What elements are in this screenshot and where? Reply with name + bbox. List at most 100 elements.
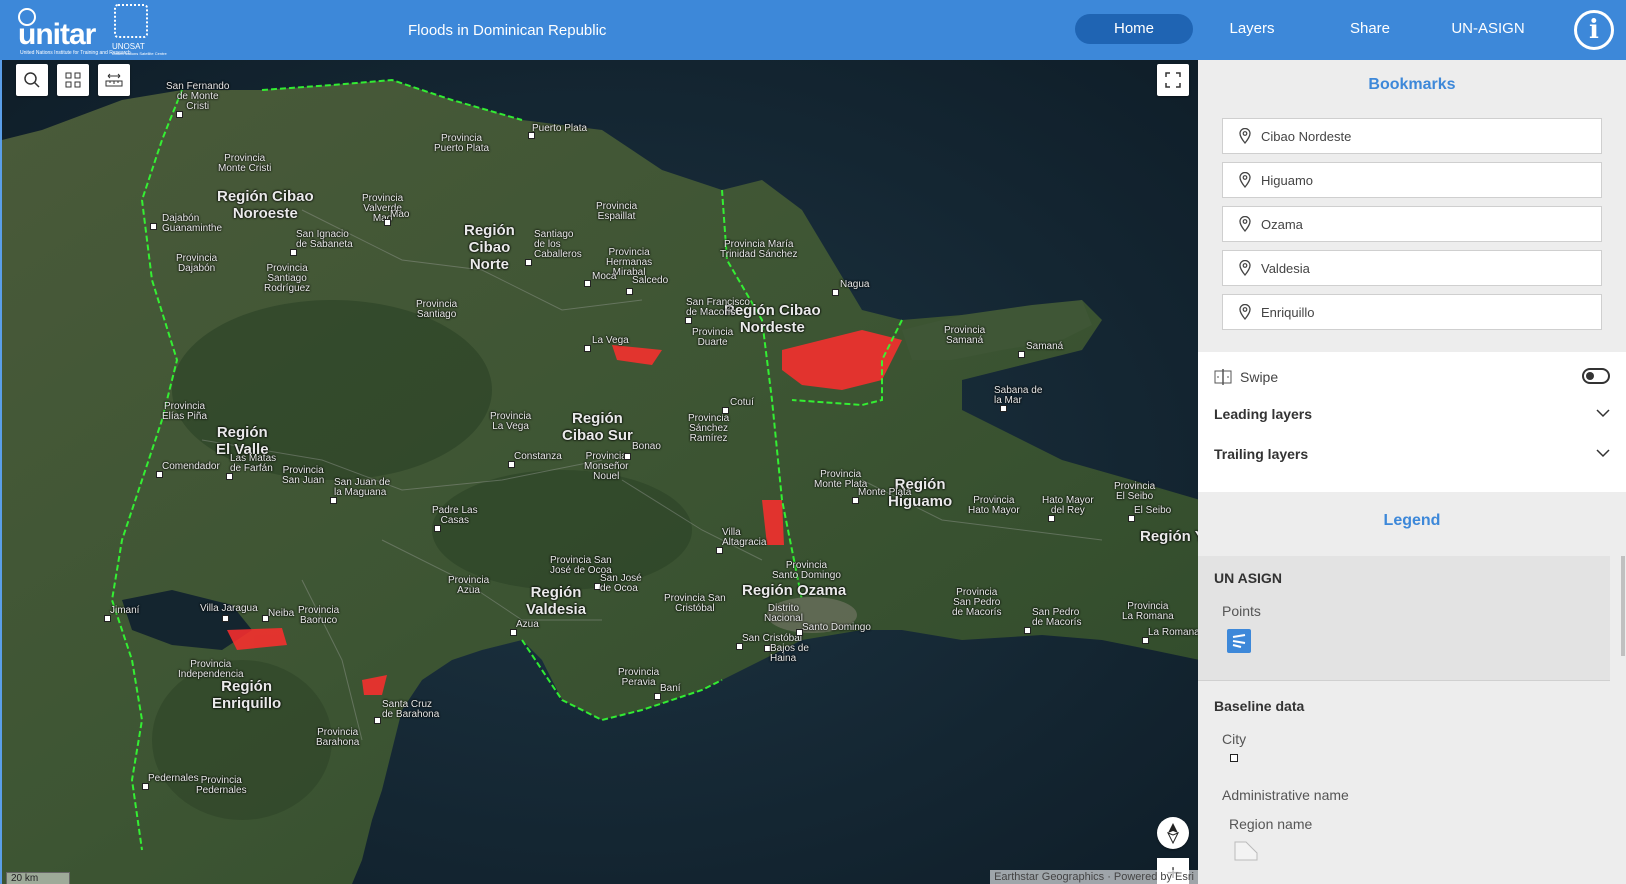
province-label: Provincia Azua: [448, 575, 490, 596]
bookmark-item[interactable]: Valdesia: [1222, 250, 1602, 286]
swipe-row: Swipe: [1214, 366, 1610, 388]
city-marker[interactable]: [624, 453, 631, 460]
city-marker[interactable]: [142, 783, 149, 790]
basemap-gallery-button[interactable]: [57, 64, 89, 96]
city-marker[interactable]: [508, 461, 515, 468]
city-marker[interactable]: [156, 471, 163, 478]
map-attribution[interactable]: Earthstar Geographics · Powered by Esri: [990, 870, 1198, 884]
region-label: Región Cibao Norte: [464, 222, 515, 273]
city-label: Mao: [390, 209, 410, 220]
city-label: Puerto Plata: [532, 123, 588, 134]
city-label: Padre Las Casas: [432, 505, 478, 526]
city-label: San Francisco de Macorís: [686, 297, 750, 318]
region-label: Región Y: [1140, 528, 1198, 545]
bookmark-item[interactable]: Cibao Nordeste: [1222, 118, 1602, 154]
legend-group-title: Baseline data: [1214, 698, 1305, 714]
compass-button[interactable]: [1157, 817, 1189, 849]
city-marker[interactable]: [626, 288, 633, 295]
search-button[interactable]: [16, 64, 48, 96]
province-label: Provincia Monseñor Nouel: [584, 451, 629, 482]
city-marker[interactable]: [1142, 637, 1149, 644]
city-marker[interactable]: [716, 547, 723, 554]
province-label: Provincia Santo Domingo: [772, 560, 841, 581]
swipe-toggle[interactable]: [1582, 368, 1610, 384]
city-marker[interactable]: [150, 223, 157, 230]
province-label: Provincia Sánchez Ramírez: [688, 413, 730, 444]
nav-home-button[interactable]: Home: [1075, 14, 1193, 44]
city-label: Hato Mayor del Rey: [1042, 495, 1094, 516]
city-label: San Fernando de Monte Cristi: [166, 81, 230, 112]
city-marker[interactable]: [1048, 515, 1055, 522]
city-label: Monte Plata: [858, 487, 912, 498]
city-label: Moca: [592, 271, 617, 282]
nav-layers-button[interactable]: Layers: [1193, 14, 1311, 44]
unitar-logo: unitar United Nations Institute for Trai…: [14, 4, 131, 58]
city-marker[interactable]: [722, 407, 729, 414]
city-marker[interactable]: [1018, 351, 1025, 358]
city-marker[interactable]: [525, 259, 532, 266]
city-label: Sabana de la Mar: [994, 385, 1043, 406]
map-view[interactable]: Región Cibao Noroeste Región Cibao Norte Re…: [0, 60, 1198, 884]
bookmark-item[interactable]: Enriquillo: [1222, 294, 1602, 330]
city-label: Azua: [516, 619, 539, 630]
bookmark-item[interactable]: Ozama: [1222, 206, 1602, 242]
city-marker[interactable]: [374, 717, 381, 724]
city-marker[interactable]: [1128, 515, 1135, 522]
city-marker[interactable]: [384, 219, 391, 226]
nav-unasign-button[interactable]: UN-ASIGN: [1429, 14, 1547, 44]
side-panel: Bookmarks Cibao Nordeste Higuamo Ozama V…: [1198, 60, 1626, 884]
unosat-logo: UNOSAT United Nations Satellite Centre: [112, 4, 167, 58]
bookmarks-title: Bookmarks: [1368, 76, 1456, 93]
fullscreen-button[interactable]: [1157, 64, 1189, 96]
city-marker[interactable]: [654, 693, 661, 700]
province-label: Provincia Baoruco: [298, 605, 340, 626]
legend-divider: [1198, 680, 1610, 681]
nav-share-button[interactable]: Share: [1311, 14, 1429, 44]
city-marker[interactable]: [222, 615, 229, 622]
city-marker[interactable]: [176, 111, 183, 118]
bookmark-label: Cibao Nordeste: [1261, 128, 1352, 144]
city-marker[interactable]: [736, 643, 743, 650]
city-marker[interactable]: [1000, 405, 1007, 412]
city-marker[interactable]: [104, 615, 111, 622]
map-pin-icon: [1239, 260, 1251, 276]
city-label: Salcedo: [632, 275, 669, 286]
city-label: Dajabón Guanaminthe: [162, 213, 223, 234]
city-marker[interactable]: [832, 289, 839, 296]
city-label: Neiba: [268, 608, 295, 619]
unosat-mark-icon: [114, 4, 148, 38]
city-label: Villa Altagracia: [722, 527, 767, 548]
info-button[interactable]: i: [1574, 10, 1614, 50]
bookmark-label: Ozama: [1261, 216, 1303, 232]
province-label: Provincia Peravia: [618, 667, 660, 688]
city-marker[interactable]: [685, 317, 692, 324]
city-marker[interactable]: [1024, 627, 1031, 634]
unosat-logo-text: UNOSAT: [112, 42, 145, 51]
bookmark-item[interactable]: Higuamo: [1222, 162, 1602, 198]
app-title: Floods in Dominican Republic: [408, 22, 607, 39]
chevron-down-icon: [1596, 449, 1610, 458]
legend-item-label: Points: [1222, 603, 1261, 619]
city-marker[interactable]: [852, 497, 859, 504]
city-marker[interactable]: [290, 249, 297, 256]
city-label: La Vega: [592, 335, 629, 346]
city-marker[interactable]: [510, 629, 517, 636]
trailing-layers-row[interactable]: Trailing layers: [1214, 446, 1610, 462]
bookmark-label: Higuamo: [1261, 172, 1314, 188]
swipe-icon: [1214, 369, 1232, 385]
region-label: Región Cibao Noroeste: [217, 188, 314, 222]
measure-button[interactable]: [98, 64, 130, 96]
city-label: Bonao: [632, 441, 661, 452]
legend-list[interactable]: UN ASIGN Points Baseline data City Admin…: [1198, 556, 1620, 884]
city-marker[interactable]: [584, 280, 591, 287]
legend-scrollbar[interactable]: [1621, 556, 1625, 656]
city-marker[interactable]: [330, 497, 337, 504]
city-marker[interactable]: [584, 345, 591, 352]
city-label: Samaná: [1026, 341, 1064, 352]
leading-layers-row[interactable]: Leading layers: [1214, 406, 1610, 422]
city-marker[interactable]: [434, 525, 441, 532]
fullscreen-icon: [1165, 72, 1181, 88]
province-label: Provincia San Juan: [282, 465, 325, 486]
city-marker[interactable]: [226, 473, 233, 480]
city-label: San Pedro de Macorís: [1032, 607, 1082, 628]
